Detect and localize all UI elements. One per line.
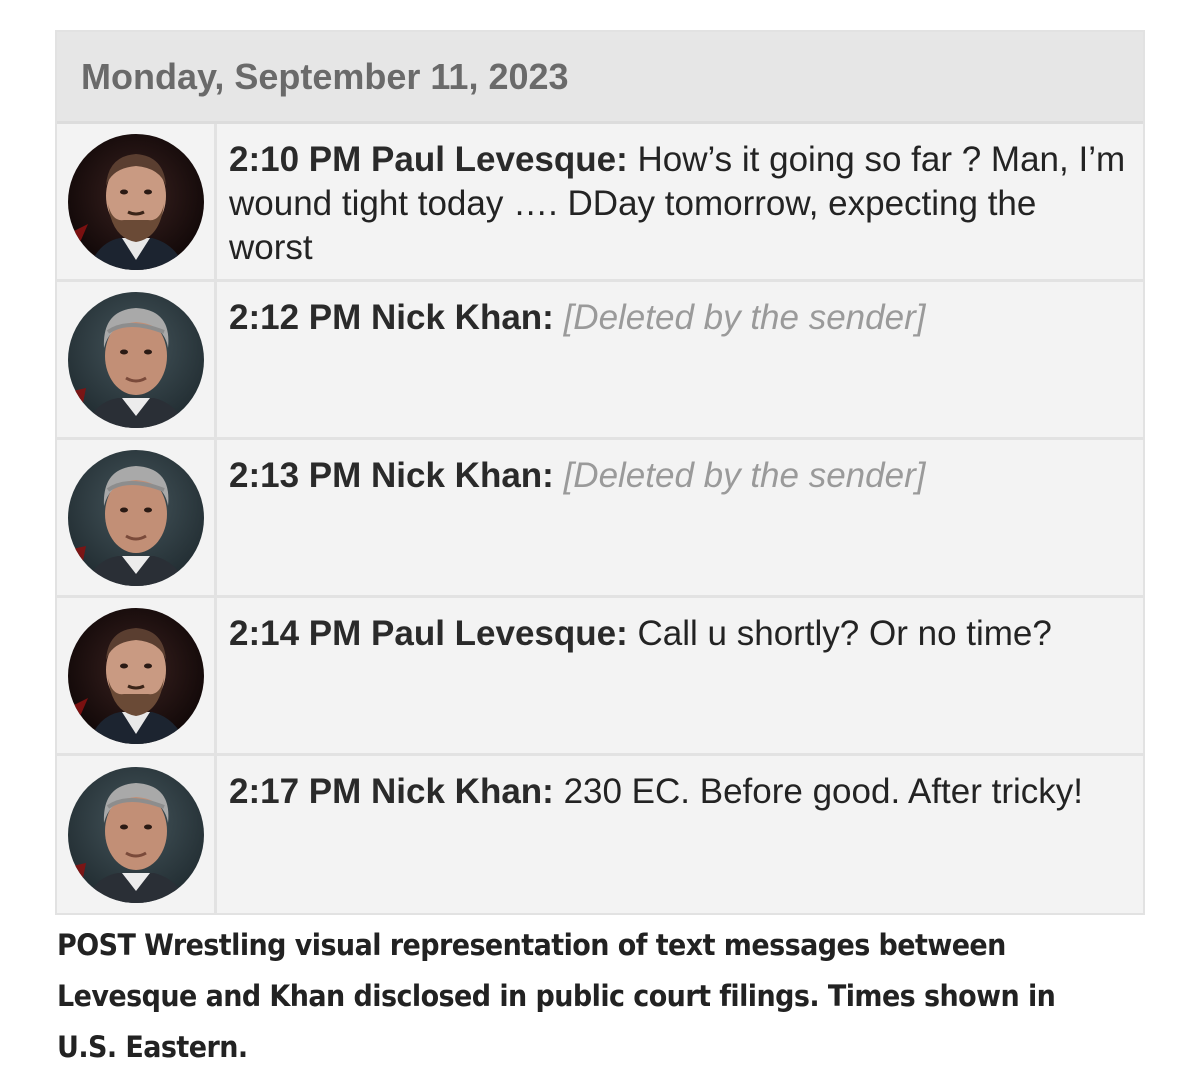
avatar-cell xyxy=(57,756,217,913)
avatar-cell xyxy=(57,124,217,279)
message-row: 2:13 PM Nick Khan: [Deleted by the sende… xyxy=(57,440,1143,598)
deleted-message-text: [Deleted by the sender] xyxy=(563,456,926,495)
message-thread: Monday, September 11, 2023 2:10 PM Paul … xyxy=(55,30,1145,915)
message-time: 2:17 PM xyxy=(229,772,362,811)
message-text: Call u shortly? Or no time? xyxy=(637,614,1052,653)
message-row: 2:14 PM Paul Levesque: Call u shortly? O… xyxy=(57,598,1143,756)
paul-levesque-avatar xyxy=(68,134,204,270)
message-row: 2:12 PM Nick Khan: [Deleted by the sende… xyxy=(57,282,1143,440)
avatar-cell xyxy=(57,598,217,753)
message-row: 2:10 PM Paul Levesque: How’s it going so… xyxy=(57,124,1143,282)
nick-khan-avatar xyxy=(68,767,204,903)
nick-khan-avatar xyxy=(68,292,204,428)
date-header: Monday, September 11, 2023 xyxy=(57,32,1143,124)
avatar-cell xyxy=(57,440,217,595)
image-caption: POST Wrestling visual representation of … xyxy=(57,928,1056,1064)
message-sender: Paul Levesque: xyxy=(371,614,628,653)
message-row: 2:17 PM Nick Khan: 230 EC. Before good. … xyxy=(57,756,1143,913)
message-body: 2:17 PM Nick Khan: 230 EC. Before good. … xyxy=(217,756,1143,913)
message-body: 2:10 PM Paul Levesque: How’s it going so… xyxy=(217,124,1143,279)
deleted-message-text: [Deleted by the sender] xyxy=(563,298,926,337)
message-sender: Nick Khan: xyxy=(371,456,554,495)
avatar-cell xyxy=(57,282,217,437)
message-text: How’s it going so far ? Man, I’m wound t… xyxy=(229,140,1126,267)
message-time: 2:12 PM xyxy=(229,298,362,337)
message-sender: Paul Levesque: xyxy=(371,140,628,179)
nick-khan-avatar xyxy=(68,450,204,586)
message-time: 2:13 PM xyxy=(229,456,362,495)
message-time: 2:14 PM xyxy=(229,614,362,653)
message-sender: Nick Khan: xyxy=(371,298,554,337)
message-sender: Nick Khan: xyxy=(371,772,554,811)
message-text: 230 EC. Before good. After tricky! xyxy=(563,772,1083,811)
paul-levesque-avatar xyxy=(68,608,204,744)
message-body: 2:14 PM Paul Levesque: Call u shortly? O… xyxy=(217,598,1143,753)
message-body: 2:12 PM Nick Khan: [Deleted by the sende… xyxy=(217,282,1143,437)
message-time: 2:10 PM xyxy=(229,140,362,179)
message-body: 2:13 PM Nick Khan: [Deleted by the sende… xyxy=(217,440,1143,595)
